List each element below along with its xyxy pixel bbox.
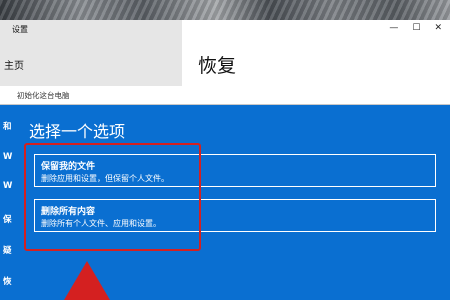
sidebar-fragment: W	[3, 152, 13, 162]
minimize-button[interactable]: —	[389, 23, 398, 33]
page-title: 恢复	[198, 55, 237, 77]
window-controls: — ☐ ✕	[389, 23, 442, 33]
choose-option-heading: 选择一个选项	[29, 122, 126, 141]
sidebar-fragment: W	[3, 181, 13, 191]
settings-window-title: 设置	[12, 25, 28, 34]
dialog-title: 初始化这台电脑	[17, 91, 70, 100]
sidebar-fragment: 疑	[3, 246, 12, 256]
sidebar-fragment: 保	[3, 215, 12, 225]
dialog-titlebar: 初始化这台电脑	[0, 86, 450, 105]
sidebar-fragment: 恢	[3, 277, 12, 287]
highlight-annotation-box	[24, 143, 201, 251]
maximize-button[interactable]: ☐	[412, 23, 420, 33]
red-arrow-icon	[64, 261, 110, 300]
sidebar-item-home[interactable]: 主页	[4, 57, 24, 72]
desktop-wallpaper	[0, 0, 450, 20]
sidebar-fragment: 和	[3, 122, 12, 132]
close-button[interactable]: ✕	[434, 23, 442, 33]
